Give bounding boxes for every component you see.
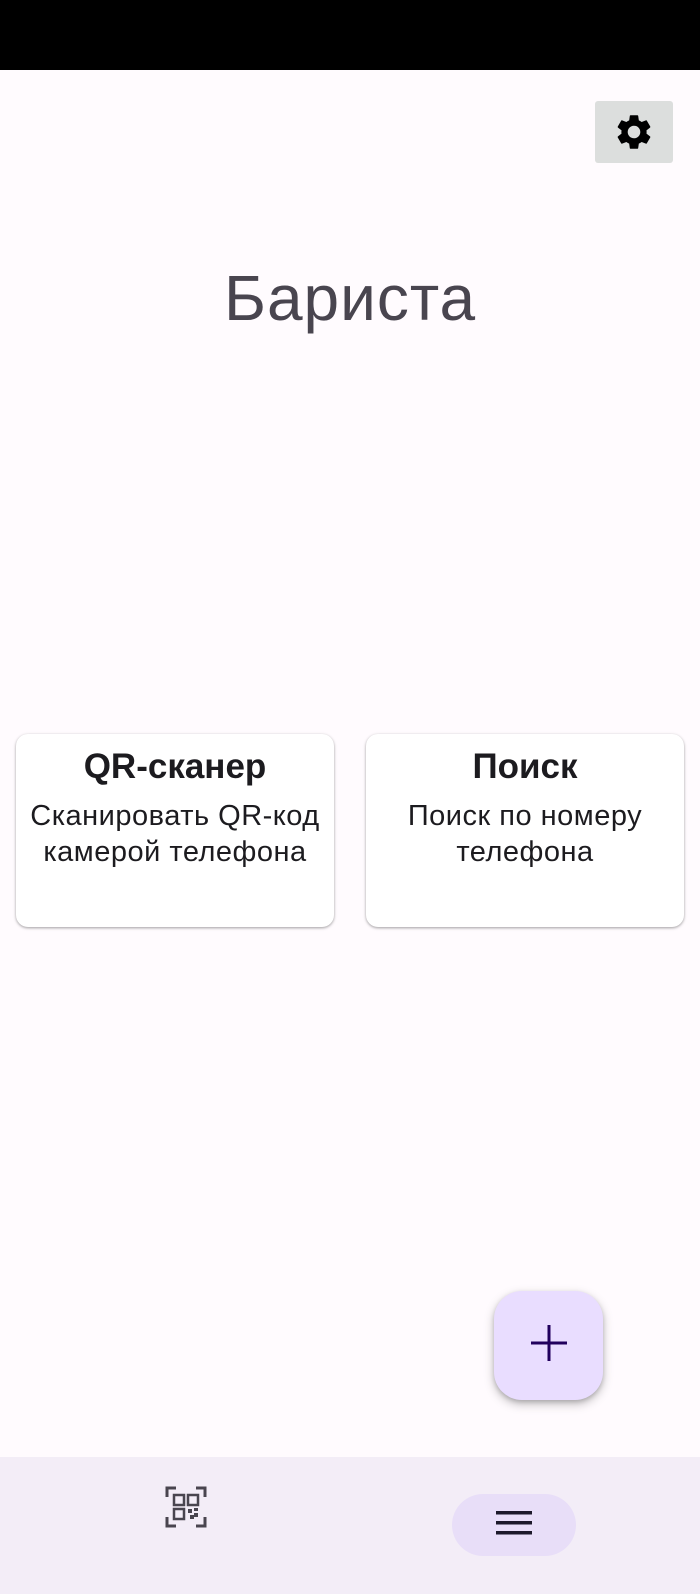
page-title: Бариста [223,262,477,334]
settings-button[interactable] [595,101,673,163]
add-fab-button[interactable] [494,1291,603,1400]
nav-item-menu[interactable] [452,1494,576,1556]
gear-icon [613,111,655,153]
nav-item-qr[interactable] [146,1479,226,1539]
status-bar [0,0,700,70]
card-description: Сканировать QR-код камерой телефона [20,798,330,871]
card-title: Поиск [472,747,578,786]
main-screen: Бариста QR-сканер Сканировать QR-код кам… [0,70,700,1457]
card-description-line: Сканировать QR-код [30,800,320,832]
bottom-navigation [0,1457,700,1594]
card-title: QR-сканер [83,747,267,786]
card-description: Поиск по номеру телефона [370,798,680,871]
search-card[interactable]: Поиск Поиск по номеру телефона [366,734,684,927]
menu-icon [495,1509,533,1542]
plus-icon [529,1323,569,1368]
card-description-line: телефона [456,836,594,869]
card-description-line: Поиск по номеру [407,800,643,832]
card-description-line: камерой телефона [43,836,307,869]
qr-code-icon [165,1486,207,1533]
qr-scanner-card[interactable]: QR-сканер Сканировать QR-код камерой тел… [16,734,334,927]
